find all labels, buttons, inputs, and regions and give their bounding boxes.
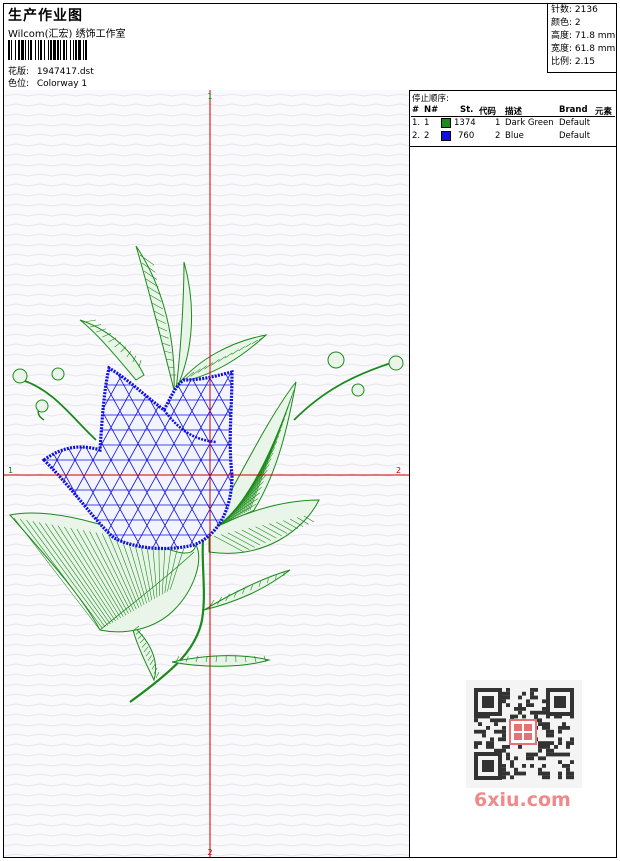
embroidery-drawing: 1 2 1 2 <box>4 90 409 857</box>
col-header-brand: Brand <box>559 105 588 115</box>
col-header-index: # <box>412 105 420 115</box>
row-index: 2. <box>412 131 421 141</box>
row-brand: Default <box>559 118 591 128</box>
row-needle: 2 <box>424 131 430 141</box>
stop-sequence-title: 停止顺序: <box>412 94 449 104</box>
design-scale: 比例: 2.15 <box>551 57 595 67</box>
axis-top-marker: 1 <box>207 92 212 101</box>
row-description: Dark Green <box>505 118 554 128</box>
colorway-label: 色位: <box>8 79 30 89</box>
worksheet-title: 生产作业图 <box>8 8 83 24</box>
row-description: Blue <box>505 131 524 141</box>
col-header-stitches: St. <box>460 105 474 115</box>
software-studio-label: Wilcom(汇宏) 绣饰工作室 <box>8 29 126 40</box>
watermark-site-text: 6xiu.com <box>474 789 571 811</box>
header-divider <box>411 116 615 117</box>
row-code: 2 <box>495 131 501 141</box>
axis-right-marker: 2 <box>396 466 401 475</box>
row-index: 1. <box>412 118 421 128</box>
embroidery-design-pane: 1 2 1 2 <box>4 90 410 857</box>
row-stitches: 1374 <box>454 118 476 128</box>
stop-sequence-panel: 停止顺序: # N# St. 代码 描述 Brand 元素 1. 1 1374 … <box>410 90 616 147</box>
colorway-value: Colorway 1 <box>36 79 88 89</box>
row-code: 1 <box>495 118 501 128</box>
row-stitches: 760 <box>458 131 475 141</box>
col-header-needle: N# <box>424 105 439 115</box>
barcode-image <box>8 40 87 60</box>
worksheet-header: 生产作业图 Wilcom(汇宏) 绣饰工作室 花版: 1947417.dst 色… <box>4 4 617 91</box>
colorway-row: 色位: Colorway 1 <box>8 76 87 89</box>
color-swatch-blue <box>441 131 451 141</box>
row-needle: 1 <box>424 118 430 128</box>
stitch-count: 针数: 2136 <box>551 5 598 15</box>
row-brand: Default <box>559 131 591 141</box>
color-swatch-dark-green <box>441 118 451 128</box>
color-count: 颜色: 2 <box>551 18 581 28</box>
axis-bottom-marker: 2 <box>207 848 212 857</box>
design-stats-box: 针数: 2136 颜色: 2 高度: 71.8 mm 宽度: 61.8 mm 比… <box>547 4 617 73</box>
design-height: 高度: 71.8 mm <box>551 31 616 41</box>
design-width: 宽度: 61.8 mm <box>551 44 616 54</box>
axis-left-marker: 1 <box>8 466 13 475</box>
